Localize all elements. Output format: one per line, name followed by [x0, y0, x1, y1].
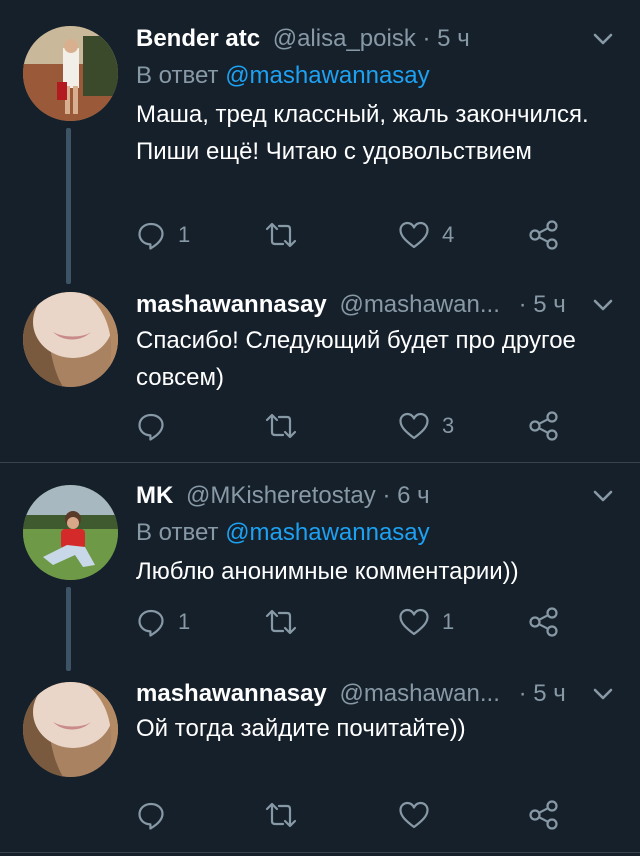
- share-button[interactable]: [528, 605, 560, 639]
- retweet-icon: [264, 607, 298, 637]
- tweet-text: Люблю анонимные комментарии)): [136, 558, 519, 585]
- tweet-header: mashawannasay @mashawan... · 5 ч: [136, 677, 616, 711]
- reply-button[interactable]: [136, 409, 178, 443]
- timestamp[interactable]: 5 ч: [533, 291, 566, 318]
- user-handle[interactable]: @mashawan...: [339, 291, 499, 318]
- like-button[interactable]: [398, 798, 442, 832]
- avatar-photo: [23, 292, 118, 387]
- tweet-header: Bender atc @alisa_poisk · 5 ч: [136, 22, 616, 56]
- reply-context: В ответ @mashawannasay: [136, 59, 430, 93]
- share-button[interactable]: [528, 409, 560, 443]
- tweet-actions: 3: [136, 409, 576, 443]
- tweet[interactable]: Bender atc @alisa_poisk · 5 ч В ответ @m…: [0, 0, 640, 284]
- tweet-header: MK @MKisheretostay · 6 ч: [136, 479, 616, 513]
- user-handle[interactable]: @MKisheretostay: [186, 482, 376, 509]
- like-button[interactable]: 4: [398, 218, 454, 252]
- timestamp[interactable]: 5 ч: [533, 680, 566, 707]
- separator-dot: ·: [518, 680, 527, 707]
- like-count: 3: [442, 413, 455, 438]
- thread-line: [66, 587, 71, 671]
- display-name[interactable]: mashawannasay: [136, 291, 327, 318]
- share-icon: [528, 800, 560, 830]
- user-handle[interactable]: @alisa_poisk: [273, 25, 416, 52]
- reply-icon: [136, 220, 166, 250]
- reply-count: 1: [178, 609, 191, 634]
- separator-dot: ·: [422, 25, 431, 52]
- avatar-photo: [23, 682, 118, 777]
- retweet-button[interactable]: [264, 798, 310, 832]
- retweet-icon: [264, 800, 298, 830]
- tweet[interactable]: MK @MKisheretostay · 6 ч В ответ @mashaw…: [0, 463, 640, 671]
- reply-button[interactable]: 1: [136, 218, 190, 252]
- tweet-text: Маша, тред классный, жаль закончился. Пи…: [136, 101, 589, 165]
- reply-button[interactable]: 1: [136, 605, 190, 639]
- reply-to-mention[interactable]: @mashawannasay: [225, 62, 429, 89]
- separator-dot: ·: [382, 482, 391, 509]
- display-name[interactable]: mashawannasay: [136, 680, 327, 707]
- chevron-down-icon[interactable]: [590, 681, 616, 707]
- avatar[interactable]: [23, 292, 118, 387]
- share-button[interactable]: [528, 218, 560, 252]
- like-count: 1: [442, 609, 455, 634]
- chevron-down-icon[interactable]: [590, 26, 616, 52]
- share-icon: [528, 220, 560, 250]
- tweet-header: mashawannasay @mashawan... · 5 ч: [136, 288, 616, 322]
- reply-icon: [136, 411, 166, 441]
- reply-icon: [136, 800, 166, 830]
- tweet-actions: 1 4: [136, 218, 576, 252]
- user-handle[interactable]: @mashawan...: [339, 680, 499, 707]
- heart-icon: [398, 411, 430, 441]
- share-icon: [528, 411, 560, 441]
- reply-to-label: В ответ: [136, 519, 219, 546]
- tweet-actions: [136, 798, 576, 832]
- reply-to-mention[interactable]: @mashawannasay: [225, 519, 429, 546]
- tweet[interactable]: mashawannasay @mashawan... · 5 ч Ой тогд…: [0, 670, 640, 856]
- retweet-button[interactable]: [264, 218, 310, 252]
- display-name[interactable]: Bender atc: [136, 25, 260, 52]
- share-button[interactable]: [528, 798, 560, 832]
- heart-icon: [398, 800, 430, 830]
- chevron-down-icon[interactable]: [590, 292, 616, 318]
- share-icon: [528, 607, 560, 637]
- reply-icon: [136, 607, 166, 637]
- like-count: 4: [442, 222, 455, 247]
- timestamp[interactable]: 6 ч: [397, 482, 430, 509]
- reply-to-label: В ответ: [136, 62, 219, 89]
- avatar[interactable]: [23, 26, 118, 121]
- tweet-text: Ой тогда зайдите почитайте)): [136, 715, 466, 742]
- avatar-photo: [23, 485, 118, 580]
- display-name[interactable]: MK: [136, 482, 173, 509]
- bottom-divider: [0, 852, 640, 853]
- chevron-down-icon[interactable]: [590, 483, 616, 509]
- like-button[interactable]: 1: [398, 605, 454, 639]
- tweet[interactable]: mashawannasay @mashawan... · 5 ч Спасибо…: [0, 280, 640, 462]
- avatar[interactable]: [23, 682, 118, 777]
- thread-line: [66, 128, 71, 284]
- retweet-icon: [264, 411, 298, 441]
- retweet-icon: [264, 220, 298, 250]
- retweet-button[interactable]: [264, 605, 310, 639]
- avatar-photo: [23, 26, 118, 121]
- heart-icon: [398, 607, 430, 637]
- heart-icon: [398, 220, 430, 250]
- tweet-text: Спасибо! Следующий будет про другое совс…: [136, 327, 576, 391]
- tweet-actions: 1 1: [136, 605, 576, 639]
- avatar[interactable]: [23, 485, 118, 580]
- separator-dot: ·: [518, 291, 527, 318]
- reply-context: В ответ @mashawannasay: [136, 516, 430, 550]
- reply-button[interactable]: [136, 798, 178, 832]
- like-button[interactable]: 3: [398, 409, 454, 443]
- reply-count: 1: [178, 222, 191, 247]
- timestamp[interactable]: 5 ч: [437, 25, 470, 52]
- retweet-button[interactable]: [264, 409, 310, 443]
